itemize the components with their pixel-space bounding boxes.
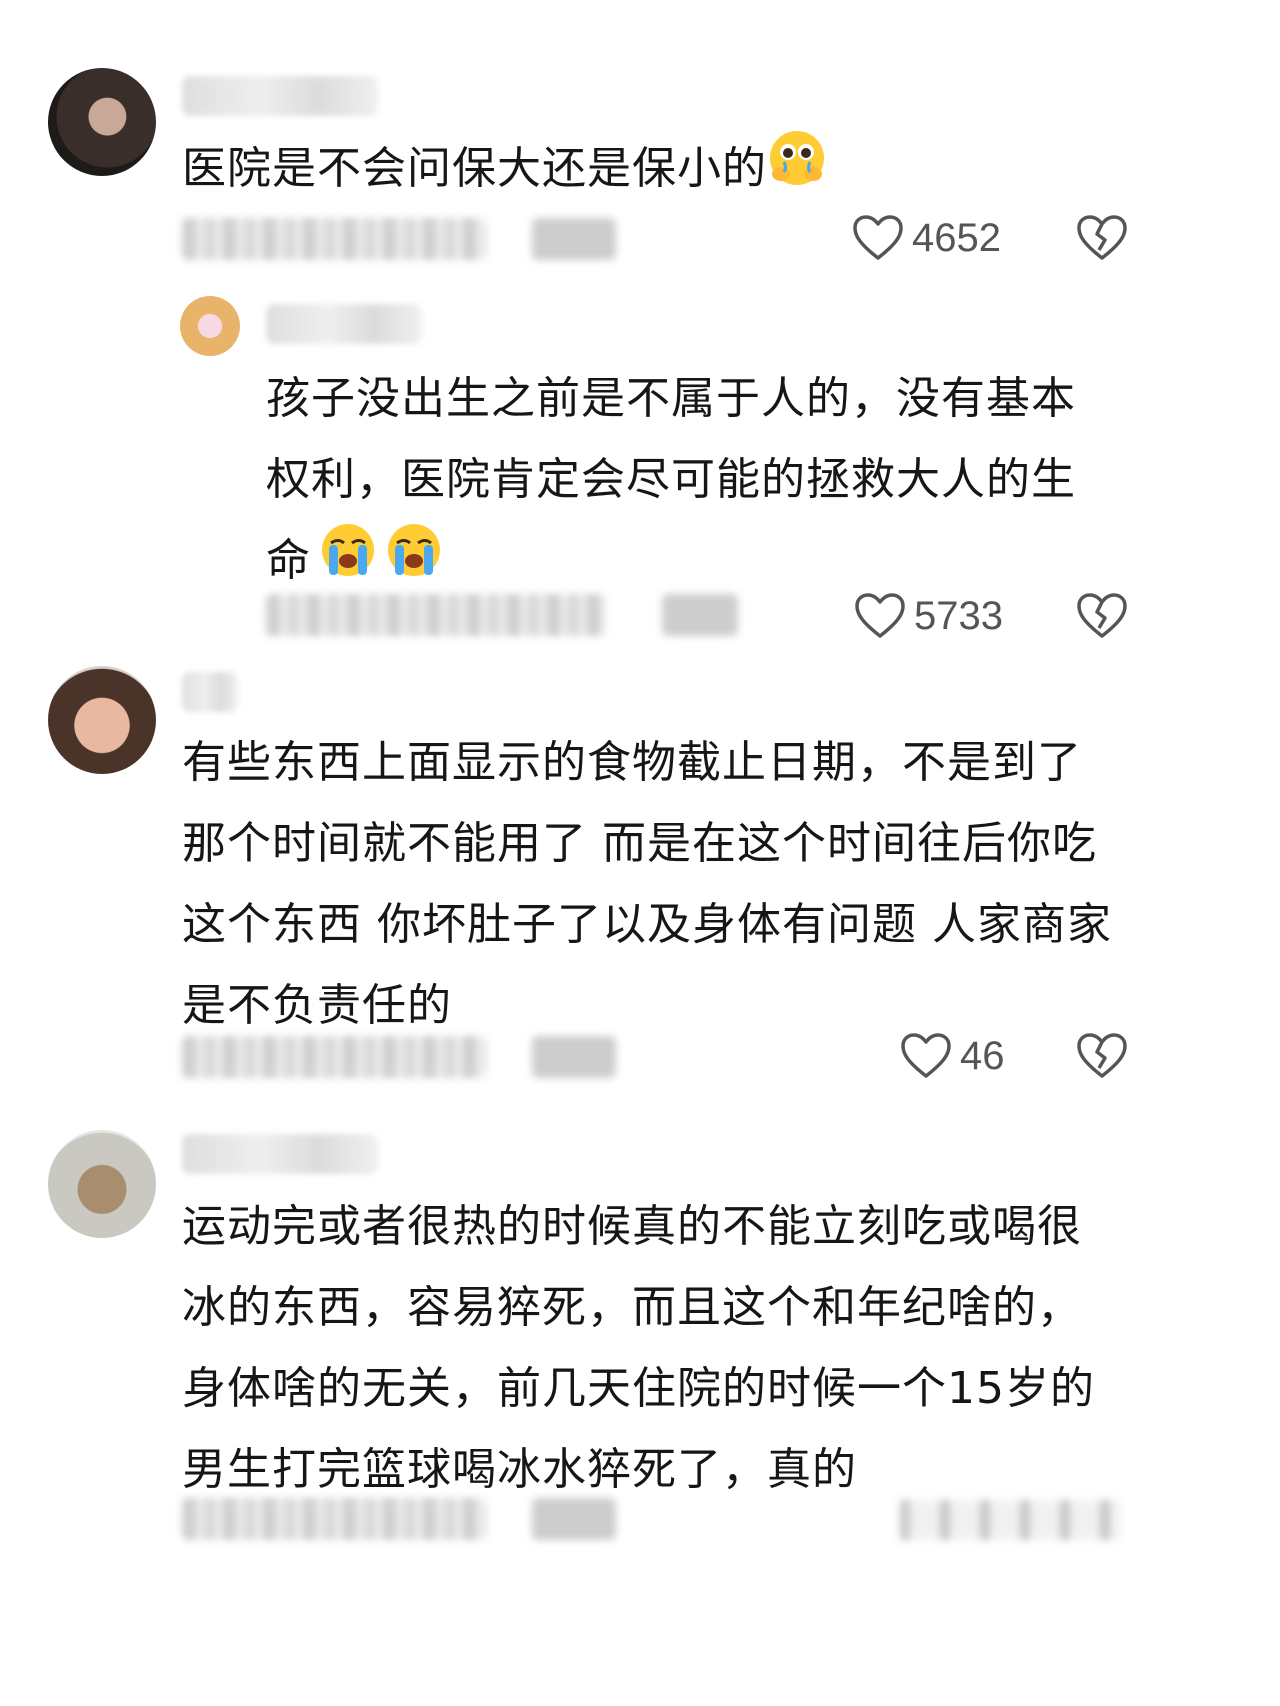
heart-icon[interactable] bbox=[854, 592, 906, 640]
action-bar-blurred bbox=[900, 1500, 1120, 1540]
pleading-face-icon bbox=[767, 128, 827, 214]
like-count: 46 bbox=[960, 1034, 1005, 1078]
broken-heart-icon[interactable] bbox=[1076, 1032, 1128, 1080]
comment-text-content: 运动完或者很热的时候真的不能立刻吃或喝很 冰的东西，容易猝死，而且这个和年纪啥的… bbox=[182, 1201, 1095, 1495]
comment-timestamp-blurred bbox=[182, 1036, 486, 1078]
comment-text: 运动完或者很热的时候真的不能立刻吃或喝很 冰的东西，容易猝死，而且这个和年纪啥的… bbox=[182, 1186, 1142, 1510]
broken-heart-icon[interactable] bbox=[1076, 214, 1128, 262]
like-count: 4652 bbox=[912, 216, 1001, 260]
comment-text: 孩子没出生之前是不属于人的，没有基本 权利，医院肯定会尽可能的拯救大人的生 命 bbox=[266, 358, 1126, 605]
comment-text: 医院是不会问保大还是保小的 bbox=[182, 128, 882, 214]
reply-button-blurred[interactable] bbox=[662, 594, 738, 636]
comment-timestamp-blurred bbox=[182, 1498, 486, 1540]
loudly-crying-face-icon bbox=[385, 521, 443, 605]
comment-text-content: 医院是不会问保大还是保小的 bbox=[182, 143, 767, 194]
avatar[interactable] bbox=[48, 1130, 156, 1238]
avatar[interactable] bbox=[48, 666, 156, 774]
avatar[interactable] bbox=[48, 68, 156, 176]
comment-timestamp-blurred bbox=[182, 218, 486, 260]
broken-heart-icon[interactable] bbox=[1076, 592, 1128, 640]
loudly-crying-face-icon bbox=[319, 521, 377, 605]
comment-timestamp-blurred bbox=[266, 594, 606, 636]
username-blurred[interactable] bbox=[266, 304, 422, 344]
username-blurred[interactable] bbox=[182, 76, 378, 116]
comment-text-content: 有些东西上面显示的食物截止日期，不是到了 那个时间就不能用了 而是在这个时间往后… bbox=[182, 737, 1112, 1031]
comment-text: 有些东西上面显示的食物截止日期，不是到了 那个时间就不能用了 而是在这个时间往后… bbox=[182, 722, 1142, 1046]
reply-button-blurred[interactable] bbox=[532, 1036, 616, 1078]
heart-icon[interactable] bbox=[900, 1032, 952, 1080]
reply-button-blurred[interactable] bbox=[532, 1498, 616, 1540]
username-blurred[interactable] bbox=[182, 1134, 378, 1174]
like-count: 5733 bbox=[914, 594, 1003, 638]
avatar[interactable] bbox=[180, 296, 240, 356]
heart-icon[interactable] bbox=[852, 214, 904, 262]
reply-button-blurred[interactable] bbox=[532, 218, 616, 260]
username-blurred[interactable] bbox=[182, 672, 238, 712]
